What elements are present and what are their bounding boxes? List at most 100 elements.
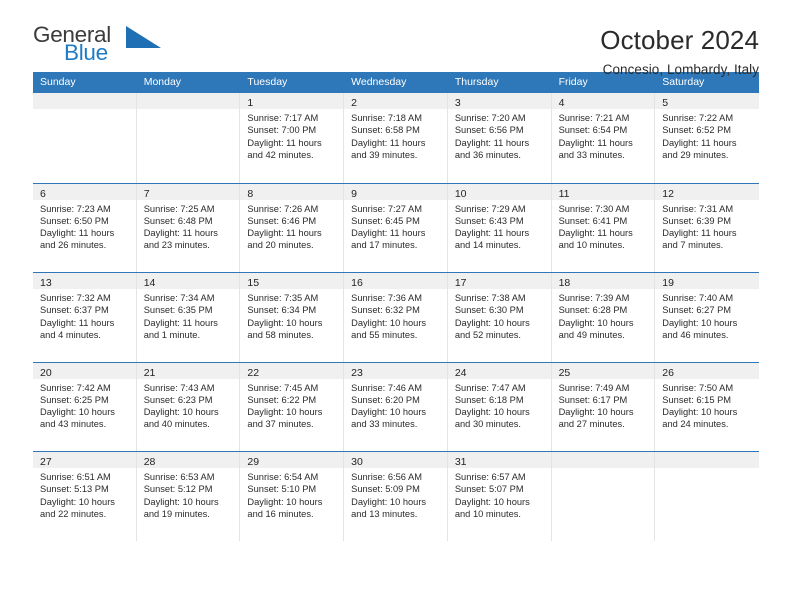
day-cell[interactable]: 29 Sunrise: 6:54 AM Sunset: 5:10 PM Dayligh…: [240, 452, 345, 541]
day-info: Sunrise: 7:30 AM Sunset: 6:41 PM Daylight:…: [552, 200, 655, 252]
sunset-text: Sunset: 6:23 PM: [143, 394, 213, 405]
daylight-text-line1: Daylight: 11 hours: [143, 317, 218, 328]
day-cell[interactable]: 22 Sunrise: 7:45 AM Sunset: 6:22 PM Dayligh…: [240, 362, 345, 451]
daylight-text-line1: Daylight: 11 hours: [351, 228, 426, 239]
day-info: Sunrise: 7:21 AM Sunset: 6:54 PM Daylight:…: [552, 109, 655, 161]
day-info: Sunrise: 7:31 AM Sunset: 6:39 PM Daylight:…: [655, 200, 759, 252]
day-number: 25: [558, 366, 571, 379]
day-cell[interactable]: 19 Sunrise: 7:40 AM Sunset: 6:27 PM Dayligh…: [655, 273, 759, 362]
day-cell-empty: [33, 93, 137, 183]
sunset-text: Sunset: 5:12 PM: [143, 484, 213, 495]
day-cell[interactable]: 31 Sunrise: 6:57 AM Sunset: 5:07 PM Dayligh…: [447, 452, 552, 541]
day-number: 20: [40, 366, 52, 379]
day-number-band: [655, 452, 759, 468]
day-cell[interactable]: 2 Sunrise: 7:18 AM Sunset: 6:58 PM Daylight…: [344, 93, 448, 183]
daylight-text-line1: Daylight: 10 hours: [40, 496, 115, 507]
day-number: 30: [351, 456, 363, 468]
day-cell[interactable]: 30 Sunrise: 6:56 AM Sunset: 5:09 PM Dayligh…: [344, 452, 448, 541]
day-number-band: 19: [655, 273, 759, 289]
day-cell[interactable]: 8 Sunrise: 7:26 AM Sunset: 6:46 PM Daylight…: [240, 183, 345, 272]
sunset-text: Sunset: 6:45 PM: [351, 215, 420, 226]
day-cell[interactable]: 5 Sunrise: 7:22 AM Sunset: 6:52 PM Daylight…: [655, 93, 759, 183]
daylight-text-line1: Daylight: 11 hours: [454, 228, 530, 239]
day-cell[interactable]: 4 Sunrise: 7:21 AM Sunset: 6:54 PM Daylight…: [551, 93, 656, 183]
day-info: Sunrise: 7:40 AM Sunset: 6:27 PM Daylight:…: [655, 289, 759, 341]
day-cell[interactable]: 14 Sunrise: 7:34 AM Sunset: 6:35 PM Dayligh…: [136, 273, 241, 362]
day-number-band: 17: [447, 273, 551, 289]
day-number: 13: [40, 277, 52, 289]
day-cell[interactable]: 20 Sunrise: 7:42 AM Sunset: 6:25 PM Dayligh…: [33, 362, 137, 451]
day-info: Sunrise: 7:43 AM Sunset: 6:23 PM Daylight:…: [137, 379, 240, 431]
daylight-text-line2: and 4 minutes.: [40, 329, 101, 340]
day-cell[interactable]: 23 Sunrise: 7:46 AM Sunset: 6:20 PM Dayligh…: [344, 362, 448, 451]
sunrise-text: Sunrise: 7:26 AM: [247, 203, 319, 214]
daylight-text-line2: and 10 minutes.: [558, 240, 625, 251]
daylight-text-line1: Daylight: 10 hours: [247, 496, 323, 507]
daylight-text-line1: Daylight: 10 hours: [351, 317, 427, 328]
sunset-text: Sunset: 5:10 PM: [247, 484, 317, 495]
daylight-text-line2: and 43 minutes.: [40, 419, 107, 430]
daylight-text-line2: and 58 minutes.: [247, 329, 314, 340]
daylight-text-line1: Daylight: 11 hours: [247, 228, 322, 239]
sunrise-text: Sunrise: 7:50 AM: [662, 382, 734, 393]
daylight-text-line2: and 20 minutes.: [247, 240, 314, 251]
day-cell[interactable]: 21 Sunrise: 7:43 AM Sunset: 6:23 PM Dayligh…: [136, 362, 241, 451]
daylight-text-line2: and 22 minutes.: [40, 508, 107, 519]
daylight-text-line1: Daylight: 11 hours: [558, 228, 633, 239]
day-number-band: 27: [33, 452, 136, 468]
weekday-header-row: Sunday Monday Tuesday Wednesday Thursday…: [33, 72, 759, 93]
day-cell[interactable]: 13 Sunrise: 7:32 AM Sunset: 6:37 PM Dayligh…: [33, 273, 137, 362]
day-number: 18: [558, 277, 571, 289]
day-number-band: [33, 93, 136, 109]
sunset-text: Sunset: 6:32 PM: [351, 305, 420, 316]
day-cell[interactable]: 9 Sunrise: 7:27 AM Sunset: 6:45 PM Daylight…: [344, 183, 448, 272]
calendar-week-row: 1 Sunrise: 7:17 AM Sunset: 7:00 PM Daylight…: [33, 93, 759, 183]
sunrise-text: Sunrise: 7:34 AM: [143, 293, 215, 303]
day-cell[interactable]: 25 Sunrise: 7:49 AM Sunset: 6:17 PM Dayligh…: [551, 362, 656, 451]
daylight-text-line2: and 33 minutes.: [351, 419, 418, 430]
sunrise-text: Sunrise: 7:21 AM: [558, 113, 630, 123]
day-info: Sunrise: 7:39 AM Sunset: 6:28 PM Daylight:…: [552, 289, 655, 341]
day-cell[interactable]: 26 Sunrise: 7:50 AM Sunset: 6:15 PM Dayligh…: [655, 362, 759, 451]
day-cell[interactable]: 15 Sunrise: 7:35 AM Sunset: 6:34 PM Dayligh…: [240, 273, 345, 362]
day-number-band: [136, 93, 240, 109]
day-number: 14: [143, 277, 156, 289]
day-cell[interactable]: 16 Sunrise: 7:36 AM Sunset: 6:32 PM Dayligh…: [344, 273, 448, 362]
day-number-band: 14: [136, 273, 240, 289]
day-cell[interactable]: 24 Sunrise: 7:47 AM Sunset: 6:18 PM Dayligh…: [447, 362, 552, 451]
page-title: October 2024: [600, 25, 759, 55]
calendar-week-row: 6 Sunrise: 7:23 AM Sunset: 6:50 PM Daylight…: [33, 182, 759, 272]
daylight-text-line2: and 33 minutes.: [558, 149, 625, 160]
day-number-band: 9: [344, 183, 447, 200]
day-number-band: 15: [240, 273, 344, 289]
day-cell[interactable]: 17 Sunrise: 7:38 AM Sunset: 6:30 PM Dayligh…: [447, 273, 552, 362]
day-number: 29: [247, 456, 260, 468]
day-cell[interactable]: 6 Sunrise: 7:23 AM Sunset: 6:50 PM Daylight…: [33, 183, 137, 272]
calendar-week-row: 13 Sunrise: 7:32 AM Sunset: 6:37 PM Dayligh…: [33, 272, 759, 362]
day-cell[interactable]: 18 Sunrise: 7:39 AM Sunset: 6:28 PM Dayligh…: [551, 273, 656, 362]
page-header: General Blue October 2024 Concesio, Lomb…: [33, 0, 759, 77]
day-cell[interactable]: 27 Sunrise: 6:51 AM Sunset: 5:13 PM Dayligh…: [33, 452, 137, 541]
day-number: 3: [454, 97, 461, 109]
day-number: 10: [454, 187, 467, 200]
sunset-text: Sunset: 5:09 PM: [351, 484, 420, 495]
day-info: Sunrise: 7:26 AM Sunset: 6:46 PM Daylight:…: [240, 200, 343, 252]
sunset-text: Sunset: 6:20 PM: [351, 394, 420, 405]
sunrise-text: Sunrise: 7:22 AM: [662, 113, 734, 123]
day-number-band: 31: [447, 452, 551, 468]
day-cell[interactable]: 1 Sunrise: 7:17 AM Sunset: 7:00 PM Daylight…: [240, 93, 345, 183]
day-cell[interactable]: 3 Sunrise: 7:20 AM Sunset: 6:56 PM Daylight…: [447, 93, 552, 183]
daylight-text-line1: Daylight: 10 hours: [351, 496, 427, 507]
day-cell[interactable]: 11 Sunrise: 7:30 AM Sunset: 6:41 PM Dayligh…: [551, 183, 656, 272]
daylight-text-line1: Daylight: 11 hours: [247, 137, 322, 148]
day-cell[interactable]: 12 Sunrise: 7:31 AM Sunset: 6:39 PM Dayligh…: [655, 183, 759, 272]
day-number-band: 20: [33, 362, 136, 379]
daylight-text-line1: Daylight: 10 hours: [662, 407, 738, 418]
day-cell[interactable]: 7 Sunrise: 7:25 AM Sunset: 6:48 PM Daylight…: [136, 183, 241, 272]
day-number-band: 18: [551, 273, 655, 289]
daylight-text-line1: Daylight: 10 hours: [454, 317, 530, 328]
day-info: Sunrise: 7:36 AM Sunset: 6:32 PM Daylight:…: [344, 289, 447, 341]
daylight-text-line1: Daylight: 10 hours: [40, 407, 115, 418]
day-cell[interactable]: 28 Sunrise: 6:53 AM Sunset: 5:12 PM Dayligh…: [136, 452, 241, 541]
day-cell[interactable]: 10 Sunrise: 7:29 AM Sunset: 6:43 PM Dayligh…: [447, 183, 552, 272]
